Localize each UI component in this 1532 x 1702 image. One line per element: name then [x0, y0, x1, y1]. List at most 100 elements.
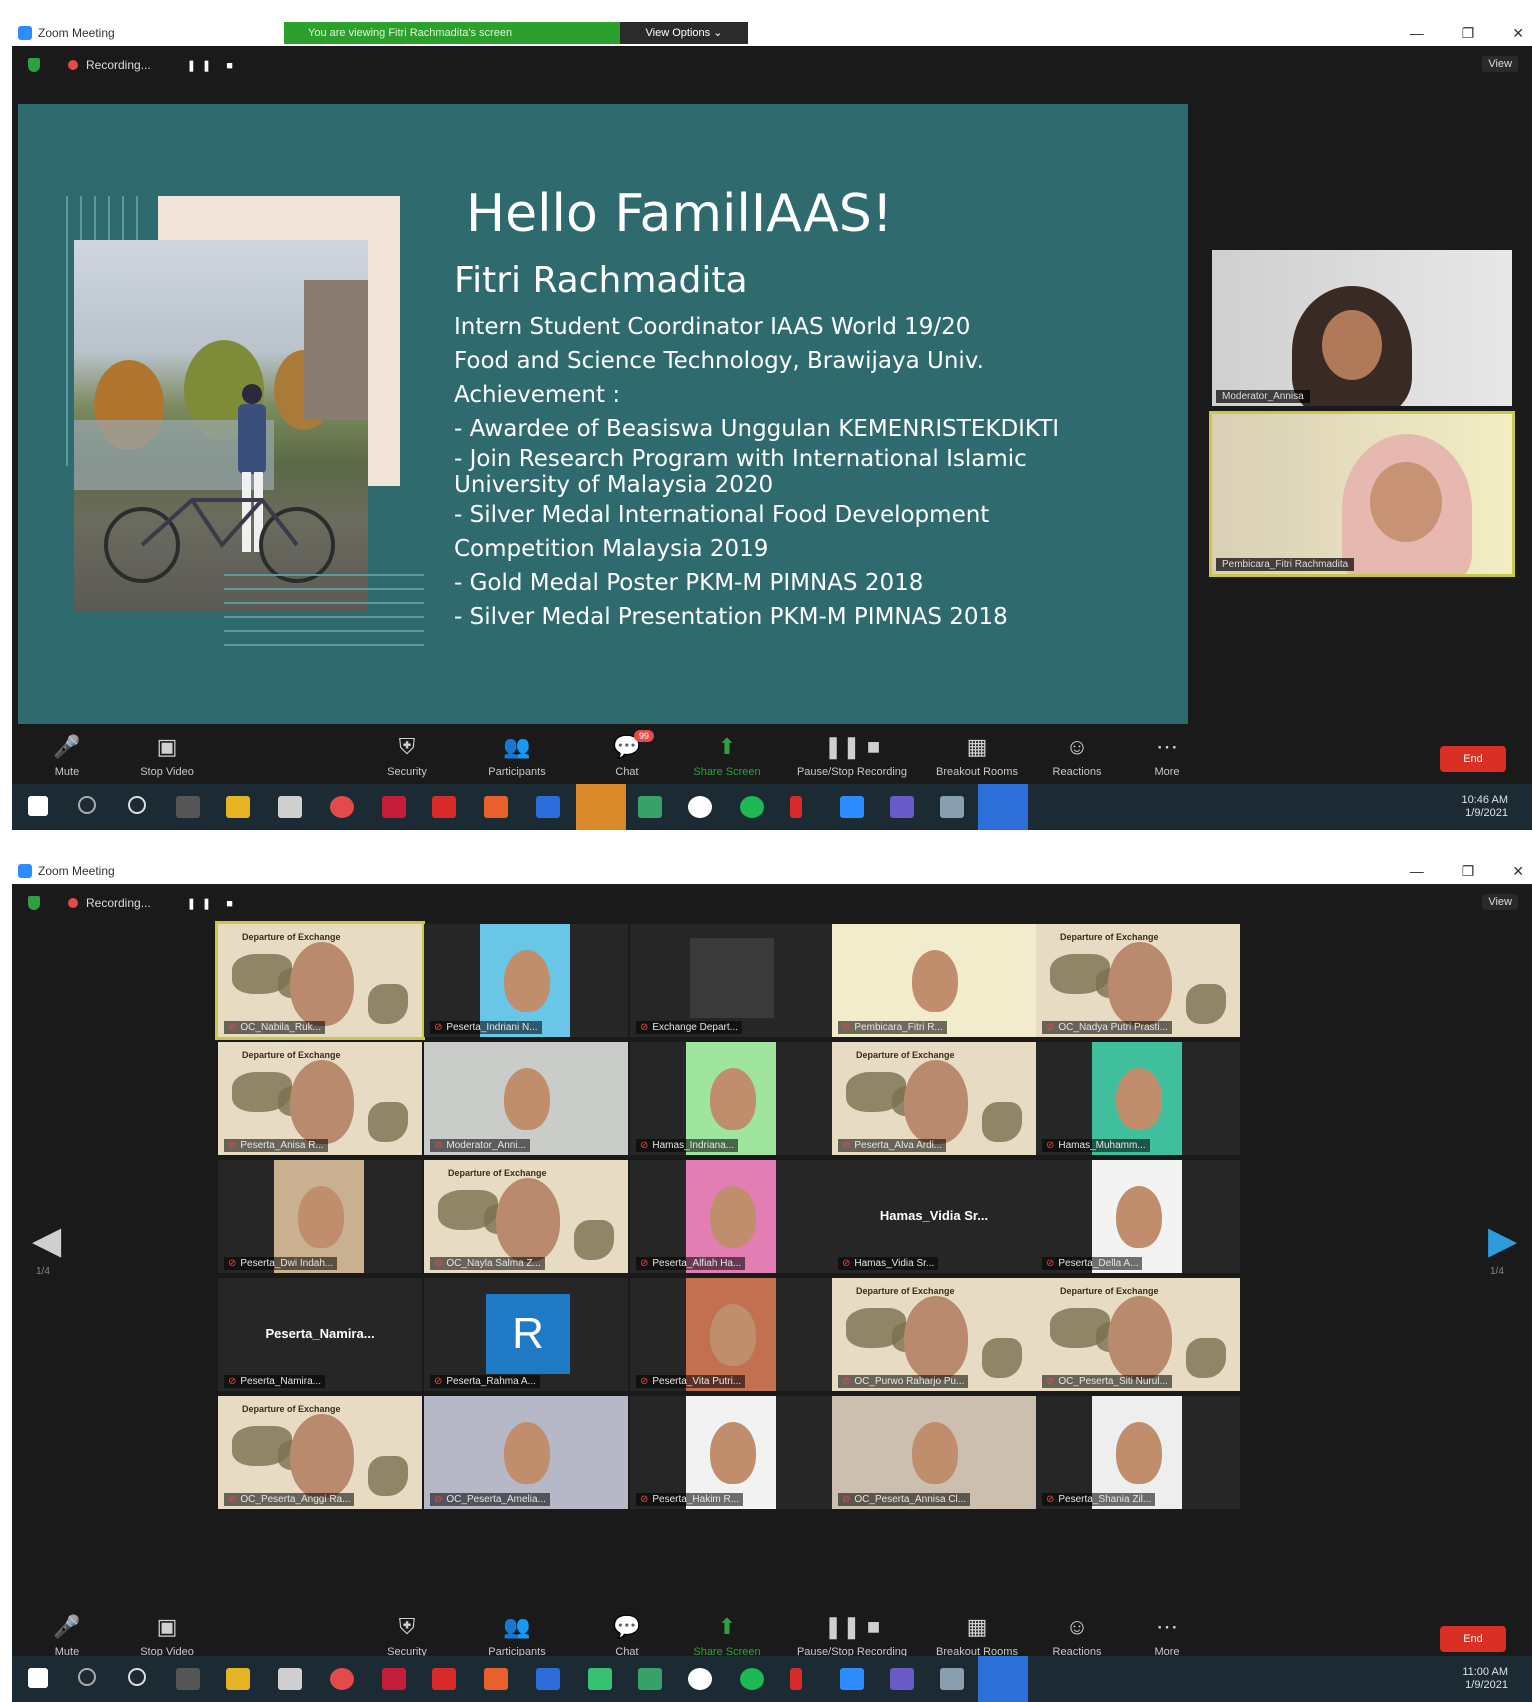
cortana-icon[interactable]	[128, 1668, 146, 1686]
minimize-icon[interactable]: —	[1410, 25, 1424, 41]
participants-button[interactable]: 👥 Participants	[462, 1614, 572, 1658]
store-icon[interactable]	[278, 1668, 302, 1690]
word-icon[interactable]	[536, 796, 560, 818]
line-app-icon[interactable]	[588, 1668, 612, 1690]
clock-icon[interactable]	[688, 1668, 712, 1690]
participant-tile[interactable]: Departure of Exchange ⊘ OC_Nayla Salma Z..…	[424, 1160, 628, 1273]
participant-tile[interactable]: Departure of Exchange ⊘ OC_Nadya Putri Pra…	[1036, 924, 1240, 1037]
participant-tile[interactable]: Hamas_Vidia Sr... ⊘ Hamas_Vidia Sr...	[832, 1160, 1036, 1273]
end-meeting-button[interactable]: End	[1440, 746, 1506, 772]
previous-page-arrow[interactable]: ◀	[32, 1218, 61, 1263]
stop-video-button[interactable]: ▣ Stop Video	[112, 1614, 222, 1658]
end-meeting-button[interactable]: End	[1440, 1626, 1506, 1652]
maximize-icon[interactable]: ❐	[1462, 863, 1475, 880]
line-app-icon[interactable]	[576, 784, 626, 830]
mute-button[interactable]: 🎤 Mute	[12, 734, 122, 778]
search-icon[interactable]	[78, 796, 96, 814]
close-icon[interactable]: ✕	[1512, 863, 1524, 880]
cortana-icon[interactable]	[128, 796, 146, 814]
search-icon[interactable]	[78, 1668, 96, 1686]
chrome-icon[interactable]	[330, 796, 354, 818]
stop-video-button[interactable]: ▣ Stop Video	[112, 734, 222, 778]
participant-tile[interactable]: ⊘ Pembicara_Fitri R...	[832, 924, 1036, 1037]
firefox-icon[interactable]	[484, 1668, 508, 1690]
youtube-icon[interactable]	[790, 1668, 802, 1690]
share-screen-button[interactable]: ⬆ Share Screen	[672, 1614, 782, 1658]
recording-controls[interactable]: ❚❚ ■	[187, 897, 239, 910]
participant-tile[interactable]: Departure of Exchange ⊘ Peserta_Alva Ardi.…	[832, 1042, 1036, 1155]
visual-studio-icon[interactable]	[890, 1668, 914, 1690]
security-button[interactable]: ⛨ Security	[352, 734, 462, 778]
spotify-icon[interactable]	[740, 796, 764, 818]
participant-tile[interactable]: ⊘ Peserta_Alfiah Ha...	[630, 1160, 834, 1273]
share-screen-button[interactable]: ⬆ Share Screen	[672, 734, 782, 778]
file-explorer-icon[interactable]	[226, 796, 250, 818]
participant-tile[interactable]: Peserta_Namira... ⊘ Peserta_Namira...	[218, 1278, 422, 1391]
view-button[interactable]: View	[1482, 56, 1518, 72]
participant-tile[interactable]: Departure of Exchange ⊘ OC_Nabila_Ruk...	[215, 921, 425, 1040]
participant-tile[interactable]: ⊘ OC_Peserta_Amelia...	[424, 1396, 628, 1509]
recording-controls[interactable]: ❚❚ ■	[187, 59, 239, 72]
next-page-arrow[interactable]: ▶	[1488, 1218, 1517, 1263]
participant-video-moderator[interactable]: Moderator_Annisa	[1212, 250, 1512, 406]
participant-video-speaker[interactable]: Pembicara_Fitri Rachmadita	[1209, 411, 1515, 577]
file-explorer-icon[interactable]	[226, 1668, 250, 1690]
breakout-rooms-button[interactable]: ▦ Breakout Rooms	[922, 1614, 1032, 1658]
participant-tile[interactable]: ⊘ Peserta_Hakim R...	[630, 1396, 834, 1509]
chat-button[interactable]: 💬 99 Chat	[572, 730, 682, 778]
teams-icon[interactable]	[840, 796, 864, 818]
teams-icon[interactable]	[840, 1668, 864, 1690]
zoom-taskbar-icon[interactable]	[978, 1656, 1028, 1702]
store-icon[interactable]	[278, 796, 302, 818]
word-icon[interactable]	[536, 1668, 560, 1690]
task-view-icon[interactable]	[176, 796, 200, 818]
mcafee-icon[interactable]	[382, 796, 406, 818]
more-button[interactable]: ⋯ More	[1112, 1614, 1222, 1658]
youtube-icon[interactable]	[790, 796, 802, 818]
security-shield-icon[interactable]	[28, 58, 40, 72]
chat-button[interactable]: 💬 Chat	[572, 1614, 682, 1658]
participant-tile[interactable]: Departure of Exchange ⊘ OC_Peserta_Siti Nu…	[1036, 1278, 1240, 1391]
mute-button[interactable]: 🎤 Mute	[12, 1614, 122, 1658]
participant-tile[interactable]: ⊘ OC_Peserta_Annisa Cl...	[832, 1396, 1036, 1509]
spotify-icon[interactable]	[740, 1668, 764, 1690]
participant-tile[interactable]: Departure of Exchange ⊘ OC_Peserta_Anggi R…	[218, 1396, 422, 1509]
minimize-icon[interactable]: —	[1410, 863, 1424, 879]
participant-tile[interactable]: ⊘ Peserta_Shania Zil...	[1036, 1396, 1240, 1509]
app-icon[interactable]	[940, 1668, 964, 1690]
participant-tile[interactable]: ⊘ Moderator_Anni...	[424, 1042, 628, 1155]
participant-tile[interactable]: ⊘ Peserta_Vita Putri...	[630, 1278, 834, 1391]
photos-icon[interactable]	[638, 1668, 662, 1690]
participant-tile[interactable]: ⊘ Peserta_Dwi Indah...	[218, 1160, 422, 1273]
participant-tile[interactable]: Departure of Exchange ⊘ Peserta_Anisa R...	[218, 1042, 422, 1155]
participant-tile[interactable]: ⊘ Peserta_Della A...	[1036, 1160, 1240, 1273]
view-button[interactable]: View	[1482, 894, 1518, 910]
participant-tile[interactable]: ⊘ Hamas_Muhamm...	[1036, 1042, 1240, 1155]
start-icon[interactable]	[28, 1668, 48, 1688]
more-button[interactable]: ⋯ More	[1112, 734, 1222, 778]
mcafee-icon[interactable]	[382, 1668, 406, 1690]
start-icon[interactable]	[28, 796, 48, 816]
firefox-icon[interactable]	[484, 796, 508, 818]
participant-tile[interactable]: ⊘ Peserta_Indriani N...	[424, 924, 628, 1037]
participant-tile[interactable]: ⊘ Exchange Depart...	[630, 924, 834, 1037]
acrobat-icon[interactable]	[432, 1668, 456, 1690]
chrome-icon[interactable]	[330, 1668, 354, 1690]
participant-tile[interactable]: Departure of Exchange ⊘ OC_Purwo Raharjo P…	[832, 1278, 1036, 1391]
maximize-icon[interactable]: ❐	[1462, 25, 1475, 42]
photos-icon[interactable]	[638, 796, 662, 818]
visual-studio-icon[interactable]	[890, 796, 914, 818]
breakout-rooms-button[interactable]: ▦ Breakout Rooms	[922, 734, 1032, 778]
view-options-button[interactable]: View Options ⌄	[620, 22, 748, 44]
participants-button[interactable]: 👥 Participants	[462, 734, 572, 778]
security-button[interactable]: ⛨ Security	[352, 1614, 462, 1658]
participant-tile[interactable]: ⊘ Hamas_Indriana...	[630, 1042, 834, 1155]
security-shield-icon[interactable]	[28, 896, 40, 910]
task-view-icon[interactable]	[176, 1668, 200, 1690]
participant-tile[interactable]: R ⊘ Peserta_Rahma A...	[424, 1278, 628, 1391]
close-icon[interactable]: ✕	[1512, 25, 1524, 42]
pause-stop-recording-button[interactable]: ❚❚ ■ Pause/Stop Recording	[782, 1614, 922, 1658]
clock-icon[interactable]	[688, 796, 712, 818]
app-icon[interactable]	[940, 796, 964, 818]
zoom-taskbar-icon[interactable]	[978, 784, 1028, 830]
